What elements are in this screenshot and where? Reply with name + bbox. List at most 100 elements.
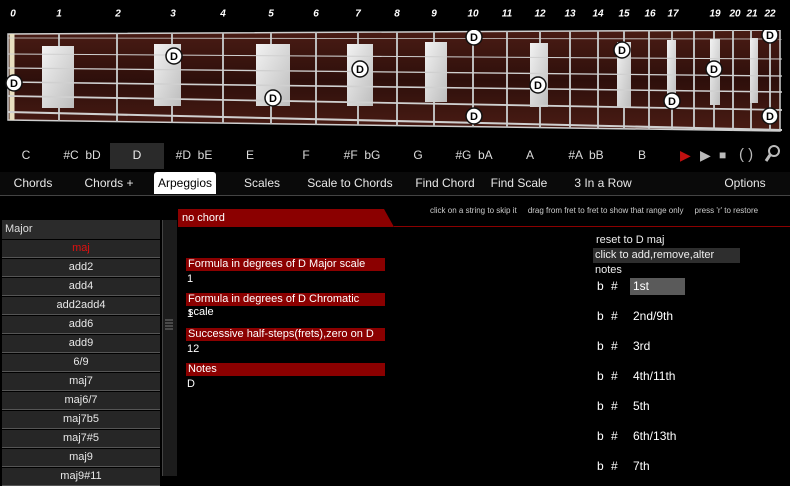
- note-button[interactable]: D: [110, 143, 164, 169]
- degree-row: b #3rd: [597, 338, 717, 355]
- major-formula-value: 1: [187, 273, 194, 285]
- fret-number: 0: [10, 8, 16, 20]
- note-marker[interactable]: D: [5, 74, 23, 92]
- degree-toggle[interactable]: 7th: [630, 458, 685, 475]
- degree-row: b #4th/11th: [597, 368, 717, 385]
- sharp-button[interactable]: #: [611, 338, 618, 355]
- fret-number-row: 0 1 2 3 4 5 6 7 8 9 10 11 12 13 14 15 16 17 19 20 21 22: [0, 0, 790, 30]
- note-marker[interactable]: D: [465, 30, 483, 46]
- chord-list-item[interactable]: maj7#5: [2, 430, 160, 448]
- flat-button[interactable]: b: [597, 428, 604, 445]
- note-marker[interactable]: D: [761, 30, 779, 44]
- sharp-button[interactable]: #: [611, 278, 618, 295]
- loop-icon[interactable]: ( ): [739, 143, 753, 169]
- flat-button[interactable]: b: [597, 458, 604, 475]
- fret-number: 12: [534, 8, 546, 20]
- chord-list-item[interactable]: maj6/7: [2, 392, 160, 410]
- note-button[interactable]: G: [392, 143, 444, 169]
- chord-list-item[interactable]: maj9: [2, 449, 160, 467]
- note-marker[interactable]: D: [529, 76, 547, 94]
- fretboard[interactable]: D D D D D D D D D D D D: [0, 30, 790, 140]
- sharp-button[interactable]: #: [611, 458, 618, 475]
- chord-list-item[interactable]: add2add4: [2, 297, 160, 315]
- note-button[interactable]: A: [504, 143, 556, 169]
- svg-text:D: D: [766, 30, 774, 42]
- degree-toggle[interactable]: 3rd: [630, 338, 685, 355]
- chord-list-item[interactable]: add9: [2, 335, 160, 353]
- tab-3-in-a-row[interactable]: 3 In a Row: [566, 172, 640, 194]
- chord-list-item[interactable]: maj: [2, 240, 160, 258]
- note-marker[interactable]: D: [165, 47, 183, 65]
- chord-list-item[interactable]: maj7b5: [2, 411, 160, 429]
- flat-button[interactable]: b: [597, 368, 604, 385]
- tab-options[interactable]: Options: [716, 172, 774, 194]
- main-tabs: Chords Chords + Arpeggios Scales Scale t…: [0, 172, 790, 196]
- svg-text:D: D: [170, 51, 178, 63]
- degree-toggle[interactable]: 6th/13th: [630, 428, 685, 445]
- tab-arpeggios[interactable]: Arpeggios: [154, 172, 216, 194]
- note-marker[interactable]: D: [663, 92, 681, 110]
- note-button[interactable]: #F bG: [336, 143, 388, 169]
- chord-list-item[interactable]: add4: [2, 278, 160, 296]
- note-marker[interactable]: D: [613, 41, 631, 59]
- record-icon[interactable]: ▶: [680, 143, 691, 169]
- fret-number: 19: [709, 8, 721, 20]
- chord-list-item[interactable]: add2: [2, 259, 160, 277]
- reset-button[interactable]: reset to D maj: [596, 234, 664, 246]
- svg-text:D: D: [668, 96, 676, 108]
- sharp-button[interactable]: #: [611, 368, 618, 385]
- degree-row: b #1st: [597, 278, 717, 295]
- note-marker[interactable]: D: [264, 89, 282, 107]
- note-button[interactable]: C: [0, 143, 52, 169]
- svg-text:D: D: [356, 64, 364, 76]
- flat-button[interactable]: b: [597, 398, 604, 415]
- note-button[interactable]: #D bE: [168, 143, 220, 169]
- flat-button[interactable]: b: [597, 278, 604, 295]
- svg-text:D: D: [470, 32, 478, 44]
- stop-icon[interactable]: ■: [719, 143, 726, 169]
- degree-row: b #5th: [597, 398, 717, 415]
- chord-list-item[interactable]: maj7: [2, 373, 160, 391]
- flat-button[interactable]: b: [597, 338, 604, 355]
- chord-list-item[interactable]: add6: [2, 316, 160, 334]
- note-button[interactable]: E: [224, 143, 276, 169]
- degree-toggle[interactable]: 4th/11th: [630, 368, 685, 385]
- note-button[interactable]: F: [280, 143, 332, 169]
- scrollbar-grip[interactable]: [164, 318, 174, 330]
- degree-toggle[interactable]: 2nd/9th: [630, 308, 685, 325]
- tab-find-scale[interactable]: Find Scale: [486, 172, 552, 194]
- fret-inlay: [750, 38, 758, 103]
- sharp-button[interactable]: #: [611, 308, 618, 325]
- tab-scale-to-chords[interactable]: Scale to Chords: [302, 172, 398, 194]
- chord-list-item[interactable]: 6/9: [2, 354, 160, 372]
- fret-number: 13: [564, 8, 576, 20]
- sharp-button[interactable]: #: [611, 398, 618, 415]
- svg-text:D: D: [269, 93, 277, 105]
- note-marker[interactable]: D: [351, 60, 369, 78]
- sharp-button[interactable]: #: [611, 428, 618, 445]
- magnifier-icon[interactable]: [764, 143, 782, 169]
- note-button[interactable]: #A bB: [560, 143, 612, 169]
- tab-scales[interactable]: Scales: [232, 172, 292, 194]
- tab-find-chord[interactable]: Find Chord: [408, 172, 482, 194]
- svg-text:D: D: [766, 111, 774, 123]
- degree-toggle[interactable]: 1st: [630, 278, 685, 295]
- fret-number: 21: [746, 8, 758, 20]
- note-button[interactable]: #C bD: [56, 143, 108, 169]
- flat-button[interactable]: b: [597, 308, 604, 325]
- svg-text:D: D: [618, 45, 626, 57]
- play-icon[interactable]: ▶: [700, 143, 711, 169]
- tab-chords-plus[interactable]: Chords +: [76, 172, 142, 194]
- degree-toggle[interactable]: 5th: [630, 398, 685, 415]
- tab-chords[interactable]: Chords: [4, 172, 62, 194]
- note-marker[interactable]: D: [465, 107, 483, 125]
- note-button[interactable]: #G bA: [448, 143, 500, 169]
- fret-number: 14: [592, 8, 604, 20]
- chord-list-item[interactable]: maj9#11: [2, 468, 160, 486]
- note-marker[interactable]: D: [761, 107, 779, 125]
- fret-number: 6: [313, 8, 319, 20]
- list-scrollbar[interactable]: [162, 220, 177, 476]
- note-marker[interactable]: D: [705, 60, 723, 78]
- list-heading: Major: [2, 220, 160, 239]
- note-button[interactable]: B: [616, 143, 668, 169]
